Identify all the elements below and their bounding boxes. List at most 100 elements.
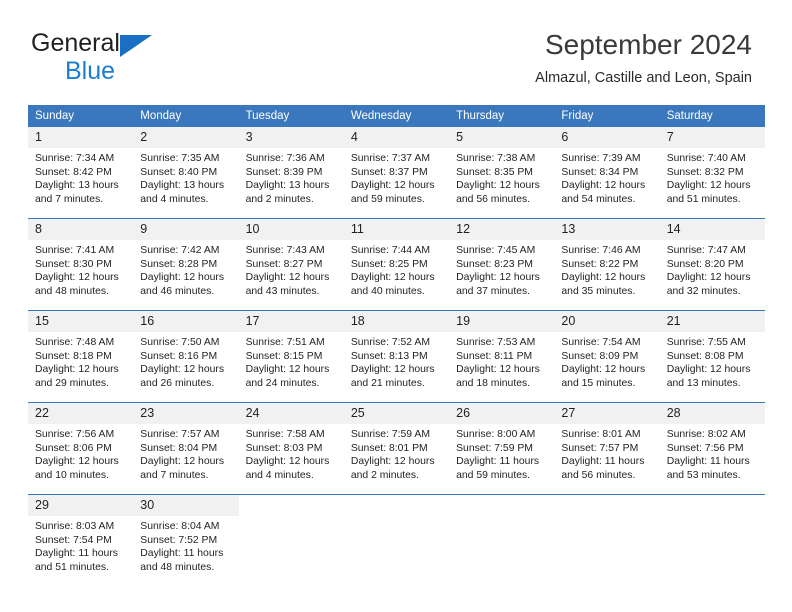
page-title: September 2024 bbox=[544, 29, 752, 60]
calendar-day-cell[interactable]: 15 Sunrise: 7:48 AM Sunset: 8:18 PM Dayligh… bbox=[28, 310, 134, 403]
day-number: 13 bbox=[554, 219, 660, 240]
sunset-time: Sunset: 8:04 PM bbox=[140, 442, 218, 454]
calendar-day-cell[interactable]: 13 Sunrise: 7:46 AM Sunset: 8:22 PM Dayligh… bbox=[554, 218, 660, 311]
day-number: 24 bbox=[238, 403, 344, 424]
calendar-table: Sunday Monday Tuesday Wednesday Thursday… bbox=[28, 105, 765, 586]
calendar-day-cell[interactable]: 26 Sunrise: 8:00 AM Sunset: 7:59 PM Dayligh… bbox=[449, 402, 555, 495]
daylight-duration-line2: and 48 minutes. bbox=[140, 561, 215, 573]
day-number: 30 bbox=[133, 495, 239, 516]
daylight-duration-line1: Daylight: 12 hours bbox=[561, 272, 646, 284]
day-sun-info: Sunrise: 8:01 AM Sunset: 7:57 PM Daylight:… bbox=[554, 424, 659, 494]
day-sun-info: Sunrise: 7:52 AM Sunset: 8:13 PM Daylight:… bbox=[344, 332, 449, 402]
daylight-duration-line2: and 2 minutes. bbox=[350, 469, 420, 481]
sunset-time: Sunset: 8:37 PM bbox=[350, 166, 428, 178]
calendar-day-cell[interactable]: 6 Sunrise: 7:39 AM Sunset: 8:34 PM Daylight… bbox=[554, 127, 660, 219]
calendar-week-row: 15 Sunrise: 7:48 AM Sunset: 8:18 PM Dayligh… bbox=[28, 310, 765, 403]
day-sun-info: Sunrise: 7:40 AM Sunset: 8:32 PM Daylight:… bbox=[660, 148, 765, 218]
day-sun-info: Sunrise: 7:42 AM Sunset: 8:28 PM Daylight:… bbox=[133, 240, 238, 310]
sunrise-time: Sunrise: 7:47 AM bbox=[666, 245, 746, 256]
calendar-week-row: 1 Sunrise: 7:34 AM Sunset: 8:42 PM Daylight… bbox=[28, 127, 765, 219]
sunset-time: Sunset: 8:06 PM bbox=[35, 442, 112, 454]
daylight-duration-line2: and 15 minutes. bbox=[561, 377, 636, 389]
sunrise-time: Sunrise: 7:41 AM bbox=[35, 245, 115, 256]
calendar-day-cell[interactable]: 23 Sunrise: 7:57 AM Sunset: 8:04 PM Dayligh… bbox=[133, 402, 239, 495]
sunrise-time: Sunrise: 8:02 AM bbox=[666, 429, 746, 440]
sunset-time: Sunset: 8:34 PM bbox=[561, 166, 639, 178]
calendar-day-cell[interactable]: 17 Sunrise: 7:51 AM Sunset: 8:15 PM Dayligh… bbox=[238, 310, 344, 403]
day-number: 10 bbox=[238, 219, 344, 240]
calendar-empty-cell bbox=[554, 494, 660, 586]
day-number: 14 bbox=[659, 219, 765, 240]
brand-name-general: General bbox=[31, 29, 120, 57]
calendar-day-cell[interactable]: 21 Sunrise: 7:55 AM Sunset: 8:08 PM Dayligh… bbox=[659, 310, 765, 403]
sunrise-time: Sunrise: 7:56 AM bbox=[35, 429, 115, 440]
sunrise-time: Sunrise: 7:37 AM bbox=[350, 153, 430, 164]
day-number: 17 bbox=[238, 311, 344, 332]
sunrise-time: Sunrise: 8:01 AM bbox=[561, 429, 641, 440]
calendar-day-cell[interactable]: 24 Sunrise: 7:58 AM Sunset: 8:03 PM Dayligh… bbox=[238, 402, 344, 495]
calendar-day-cell[interactable]: 12 Sunrise: 7:45 AM Sunset: 8:23 PM Dayligh… bbox=[449, 218, 555, 311]
calendar-day-cell[interactable]: 20 Sunrise: 7:54 AM Sunset: 8:09 PM Dayligh… bbox=[554, 310, 660, 403]
brand-logo[interactable]: General Blue bbox=[31, 29, 251, 84]
calendar-day-cell[interactable]: 10 Sunrise: 7:43 AM Sunset: 8:27 PM Dayligh… bbox=[238, 218, 344, 311]
sunset-time: Sunset: 8:40 PM bbox=[140, 166, 218, 178]
calendar-day-cell[interactable]: 14 Sunrise: 7:47 AM Sunset: 8:20 PM Dayligh… bbox=[659, 218, 765, 311]
daylight-duration-line1: Daylight: 12 hours bbox=[245, 364, 330, 376]
daylight-duration-line2: and 35 minutes. bbox=[561, 285, 636, 297]
calendar-day-cell[interactable]: 25 Sunrise: 7:59 AM Sunset: 8:01 PM Dayligh… bbox=[343, 402, 450, 495]
calendar-day-cell[interactable]: 9 Sunrise: 7:42 AM Sunset: 8:28 PM Daylight… bbox=[133, 218, 239, 311]
calendar-day-cell[interactable]: 4 Sunrise: 7:37 AM Sunset: 8:37 PM Daylight… bbox=[343, 127, 450, 219]
calendar-empty-cell bbox=[343, 494, 450, 586]
day-number: 20 bbox=[554, 311, 660, 332]
calendar-day-cell[interactable]: 8 Sunrise: 7:41 AM Sunset: 8:30 PM Daylight… bbox=[28, 218, 134, 311]
sunrise-time: Sunrise: 7:44 AM bbox=[350, 245, 430, 256]
calendar-day-cell[interactable]: 30 Sunrise: 8:04 AM Sunset: 7:52 PM Dayligh… bbox=[133, 494, 239, 586]
day-sun-info: Sunrise: 7:57 AM Sunset: 8:04 PM Daylight:… bbox=[133, 424, 238, 494]
sunrise-time: Sunrise: 7:39 AM bbox=[561, 153, 641, 164]
day-number bbox=[554, 495, 660, 516]
calendar-day-cell[interactable]: 28 Sunrise: 8:02 AM Sunset: 7:56 PM Dayligh… bbox=[659, 402, 765, 495]
calendar-day-cell[interactable]: 11 Sunrise: 7:44 AM Sunset: 8:25 PM Dayligh… bbox=[343, 218, 450, 311]
calendar-day-cell[interactable]: 16 Sunrise: 7:50 AM Sunset: 8:16 PM Dayligh… bbox=[133, 310, 239, 403]
calendar-day-cell[interactable]: 1 Sunrise: 7:34 AM Sunset: 8:42 PM Daylight… bbox=[28, 127, 134, 219]
calendar-day-cell[interactable]: 3 Sunrise: 7:36 AM Sunset: 8:39 PM Daylight… bbox=[238, 127, 344, 219]
daylight-duration-line2: and 56 minutes. bbox=[456, 193, 531, 205]
day-number bbox=[659, 495, 765, 516]
day-number: 9 bbox=[133, 219, 239, 240]
weekday-header-wednesday: Wednesday bbox=[343, 105, 450, 127]
sunrise-time: Sunrise: 7:40 AM bbox=[666, 153, 746, 164]
weekday-header-tuesday: Tuesday bbox=[238, 105, 344, 127]
sunrise-time: Sunrise: 8:04 AM bbox=[140, 521, 220, 532]
sunrise-time: Sunrise: 7:42 AM bbox=[140, 245, 220, 256]
daylight-duration-line1: Daylight: 12 hours bbox=[245, 456, 330, 468]
day-sun-info: Sunrise: 7:37 AM Sunset: 8:37 PM Daylight:… bbox=[344, 148, 449, 218]
sunrise-time: Sunrise: 7:52 AM bbox=[350, 337, 430, 348]
daylight-duration-line1: Daylight: 12 hours bbox=[35, 272, 119, 284]
calendar-day-cell[interactable]: 19 Sunrise: 7:53 AM Sunset: 8:11 PM Dayligh… bbox=[449, 310, 555, 403]
calendar-day-cell[interactable]: 27 Sunrise: 8:01 AM Sunset: 7:57 PM Dayligh… bbox=[554, 402, 660, 495]
sunrise-time: Sunrise: 7:35 AM bbox=[140, 153, 220, 164]
daylight-duration-line1: Daylight: 12 hours bbox=[35, 364, 119, 376]
sunset-time: Sunset: 7:57 PM bbox=[561, 442, 639, 454]
daylight-duration-line2: and 37 minutes. bbox=[456, 285, 531, 297]
calendar-day-cell[interactable]: 7 Sunrise: 7:40 AM Sunset: 8:32 PM Daylight… bbox=[659, 127, 765, 219]
daylight-duration-line1: Daylight: 12 hours bbox=[350, 456, 435, 468]
calendar-day-cell[interactable]: 18 Sunrise: 7:52 AM Sunset: 8:13 PM Dayligh… bbox=[343, 310, 450, 403]
sunset-time: Sunset: 7:56 PM bbox=[666, 442, 744, 454]
calendar-day-cell[interactable]: 22 Sunrise: 7:56 AM Sunset: 8:06 PM Dayligh… bbox=[28, 402, 134, 495]
daylight-duration-line2: and 7 minutes. bbox=[140, 469, 209, 481]
daylight-duration-line2: and 56 minutes. bbox=[561, 469, 636, 481]
day-sun-info: Sunrise: 7:53 AM Sunset: 8:11 PM Daylight:… bbox=[449, 332, 554, 402]
day-number: 7 bbox=[659, 127, 765, 148]
daylight-duration-line1: Daylight: 11 hours bbox=[666, 456, 750, 468]
weekday-header-sunday: Sunday bbox=[28, 105, 134, 127]
calendar-day-cell[interactable]: 2 Sunrise: 7:35 AM Sunset: 8:40 PM Daylight… bbox=[133, 127, 239, 219]
day-sun-info: Sunrise: 7:35 AM Sunset: 8:40 PM Daylight:… bbox=[133, 148, 238, 218]
day-sun-info: Sunrise: 7:58 AM Sunset: 8:03 PM Daylight:… bbox=[239, 424, 344, 494]
calendar-day-cell[interactable]: 5 Sunrise: 7:38 AM Sunset: 8:35 PM Daylight… bbox=[449, 127, 555, 219]
sunrise-time: Sunrise: 7:59 AM bbox=[350, 429, 430, 440]
daylight-duration-line2: and 13 minutes. bbox=[666, 377, 741, 389]
calendar-day-cell[interactable]: 29 Sunrise: 8:03 AM Sunset: 7:54 PM Dayligh… bbox=[28, 494, 134, 586]
day-sun-info: Sunrise: 7:55 AM Sunset: 8:08 PM Daylight:… bbox=[660, 332, 765, 402]
sunrise-time: Sunrise: 7:34 AM bbox=[35, 153, 115, 164]
